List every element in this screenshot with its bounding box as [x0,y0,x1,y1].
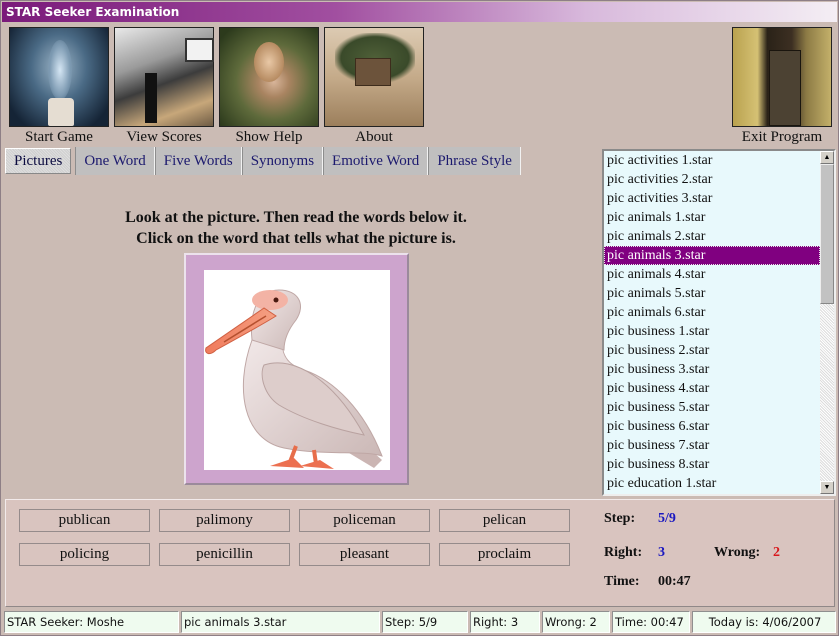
status-wrong: Wrong: 2 [542,611,610,633]
list-item[interactable]: pic activities 1.star [604,151,820,170]
wrong-label: Wrong: [714,545,761,560]
list-item[interactable]: pic activities 2.star [604,170,820,189]
word-choice-button[interactable]: pelican [439,509,570,532]
list-item[interactable]: pic business 2.star [604,341,820,360]
mode-tabs: Pictures One Word Five Words Synonyms Em… [5,147,521,175]
list-item[interactable]: pic business 5.star [604,398,820,417]
right-label: Right: [604,545,643,560]
word-choice-button[interactable]: policeman [299,509,430,532]
tab-synonyms[interactable]: Synonyms [241,147,324,175]
status-file: pic animals 3.star [181,611,380,633]
scroll-thumb[interactable] [820,164,834,304]
title-bar: STAR Seeker Examination [2,2,837,22]
about-image [324,27,424,127]
list-item[interactable]: pic business 3.star [604,360,820,379]
status-time: Time: 00:47 [612,611,690,633]
instruction-line-1: Look at the picture. Then read the words… [125,209,467,226]
app-window: STAR Seeker Examination Start Game View … [0,0,839,636]
list-item[interactable]: pic activities 3.star [604,189,820,208]
scroll-up-arrow-icon[interactable]: ▲ [820,151,834,164]
show-help-image [219,27,319,127]
step-value: 5/9 [658,511,676,526]
exit-program-button[interactable]: Exit Program [732,27,832,146]
status-date: Today is: 4/06/2007 [692,611,836,633]
list-item[interactable]: pic education 1.star [604,474,820,493]
start-game-button[interactable]: Start Game [9,27,109,146]
time-value: 00:47 [658,574,691,589]
file-list-items: pic activities 1.star pic activities 2.st… [604,151,834,493]
show-help-label: Show Help [235,129,303,145]
status-user: STAR Seeker: Moshe [4,611,179,633]
list-scrollbar[interactable]: ▲ ▼ [820,151,834,494]
tab-pictures[interactable]: Pictures [5,148,72,174]
view-scores-image [114,27,214,127]
scroll-down-arrow-icon[interactable]: ▼ [820,481,834,494]
instruction-line-2: Click on the word that tells what the pi… [136,230,456,247]
word-choice-button[interactable]: pleasant [299,543,430,566]
status-right: Right: 3 [470,611,540,633]
right-value: 3 [658,545,665,560]
list-item[interactable]: pic animals 5.star [604,284,820,303]
picture-frame [184,253,409,485]
instructions: Look at the picture. Then read the words… [41,207,551,249]
list-item[interactable]: pic business 7.star [604,436,820,455]
quiz-picture [204,270,390,470]
word-choice-button[interactable]: palimony [159,509,290,532]
exit-program-image [732,27,832,127]
tab-emotive-word[interactable]: Emotive Word [323,147,429,175]
list-item[interactable]: pic animals 1.star [604,208,820,227]
about-label: About [355,129,393,145]
word-choice-button[interactable]: policing [19,543,150,566]
tab-five-words[interactable]: Five Words [154,147,242,175]
list-item[interactable]: pic business 4.star [604,379,820,398]
start-game-label: Start Game [25,129,93,145]
list-item[interactable]: pic animals 4.star [604,265,820,284]
list-item[interactable]: pic business 8.star [604,455,820,474]
word-choice-button[interactable]: publican [19,509,150,532]
pelican-image [205,289,383,469]
status-step: Step: 5/9 [382,611,468,633]
step-label: Step: [604,511,636,526]
answer-panel: publican palimony policeman pelican poli… [5,499,835,607]
exit-program-label: Exit Program [741,129,823,145]
list-item[interactable]: pic business 1.star [604,322,820,341]
time-label: Time: [604,574,640,589]
word-choice-button[interactable]: penicillin [159,543,290,566]
wrong-value: 2 [773,545,780,560]
show-help-button[interactable]: Show Help [219,27,319,146]
word-choice-button[interactable]: proclaim [439,543,570,566]
start-game-image [9,27,109,127]
list-item[interactable]: pic business 6.star [604,417,820,436]
tab-phrase-style[interactable]: Phrase Style [428,147,521,175]
about-button[interactable]: About [324,27,424,146]
view-scores-label: View Scores [126,129,202,145]
status-bar: STAR Seeker: Moshe pic animals 3.star St… [3,610,837,634]
view-scores-button[interactable]: View Scores [114,27,214,146]
file-listbox[interactable]: pic activities 1.star pic activities 2.st… [602,149,836,496]
list-item[interactable]: pic animals 2.star [604,227,820,246]
list-item[interactable]: pic animals 6.star [604,303,820,322]
list-item-selected[interactable]: pic animals 3.star [604,246,820,265]
tab-one-word[interactable]: One Word [75,147,155,175]
